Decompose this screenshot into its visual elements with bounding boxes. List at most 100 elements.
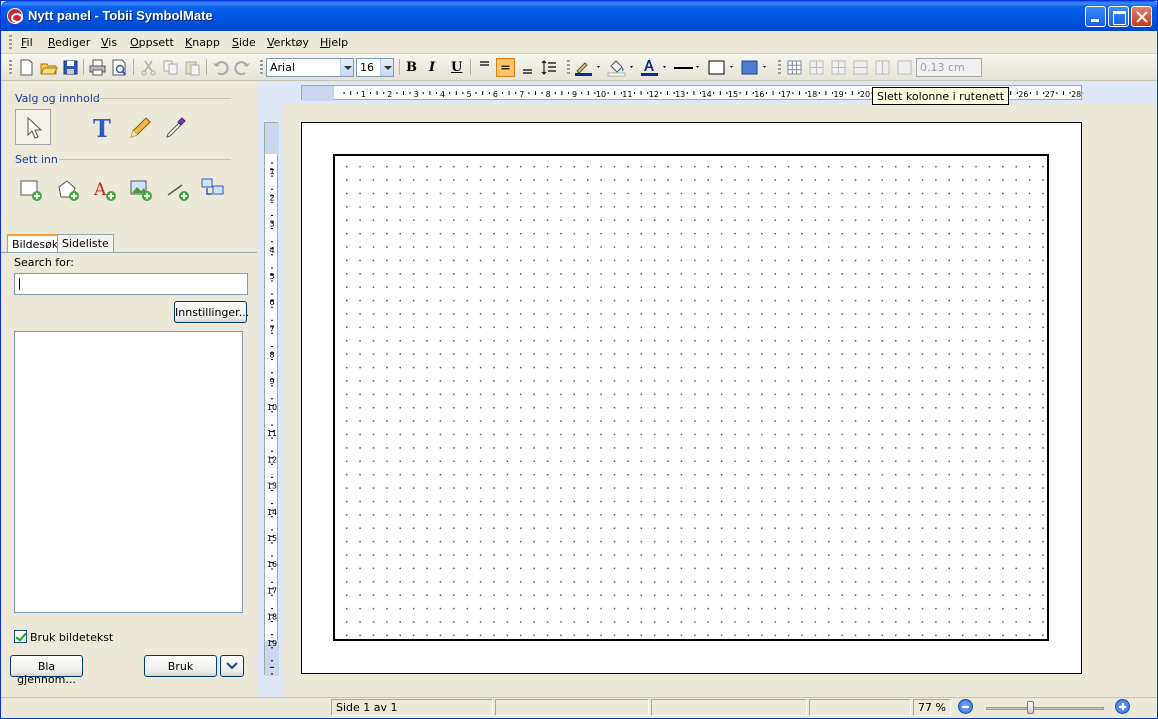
undo-icon[interactable]	[211, 58, 230, 77]
use-caption-checkbox[interactable]	[14, 630, 27, 643]
settings-button[interactable]: Innstillinger...	[174, 301, 249, 323]
chevron-down-icon[interactable]	[380, 59, 393, 76]
tab-sideliste[interactable]: Sideliste	[57, 234, 114, 252]
print-preview-icon[interactable]	[110, 58, 129, 77]
insert-action-icon[interactable]	[199, 175, 227, 203]
ruler-tick	[535, 91, 536, 95]
toolbar-grip[interactable]	[778, 60, 781, 74]
new-document-icon[interactable]	[17, 58, 36, 77]
menu-verktoy[interactable]: Verktøy	[267, 36, 309, 49]
line-spacing-icon[interactable]	[540, 58, 559, 77]
use-options-button[interactable]	[220, 655, 244, 677]
line-width-value: 0.13 cm	[920, 61, 965, 74]
menu-vis[interactable]: Vis	[101, 36, 117, 49]
merge-cells-icon[interactable]	[895, 58, 914, 77]
save-icon[interactable]	[61, 58, 80, 77]
font-color-icon[interactable]	[639, 58, 669, 77]
line-style-icon[interactable]	[672, 58, 702, 77]
border-color-icon[interactable]	[573, 58, 603, 77]
insert-cell-icon[interactable]	[18, 177, 46, 205]
menu-side[interactable]: Side	[232, 36, 256, 49]
redo-icon[interactable]	[233, 58, 252, 77]
align-bottom-icon[interactable]	[518, 58, 537, 77]
insert-line-icon[interactable]	[165, 177, 193, 205]
maximize-button[interactable]	[1108, 6, 1129, 27]
ruler-label: 5	[269, 272, 274, 281]
ruler-tick	[614, 91, 616, 95]
panel-grid[interactable]	[333, 154, 1049, 641]
minimize-button[interactable]	[1085, 6, 1106, 27]
paste-icon[interactable]	[183, 58, 202, 77]
toolbar-grip[interactable]	[9, 60, 12, 74]
align-top-icon[interactable]	[475, 58, 494, 77]
zoom-in-icon[interactable]	[1115, 699, 1130, 714]
menubar-grip[interactable]	[9, 35, 12, 49]
italic-button[interactable]: I	[429, 60, 435, 75]
ruler-tick	[383, 92, 385, 94]
menu-knapp[interactable]: Knapp	[185, 36, 220, 49]
insert-shape-icon[interactable]	[55, 177, 83, 205]
vertical-ruler[interactable]: 1 2 3 4 5 6 7 8 9 10 11 12 13 14 15 16 17 18 19	[264, 122, 279, 676]
ruler-label: 18	[267, 613, 277, 622]
eyedropper-icon[interactable]	[161, 114, 189, 142]
zoom-slider[interactable]	[986, 707, 1104, 710]
fill-color-icon[interactable]	[606, 58, 636, 77]
browse-button[interactable]: Bla gjennom...	[10, 655, 83, 686]
ruler-tick	[739, 92, 741, 94]
tab-bildesok[interactable]: Bildesøk	[7, 234, 64, 252]
delete-row-icon[interactable]	[851, 58, 870, 77]
text-tool-icon[interactable]: T	[89, 114, 117, 142]
pencil-icon[interactable]	[126, 114, 154, 142]
chevron-down-icon	[226, 662, 238, 670]
use-button[interactable]: Bruk	[144, 655, 217, 677]
status-cell	[651, 699, 807, 716]
align-middle-icon[interactable]	[496, 58, 515, 77]
divider	[95, 98, 231, 99]
toolbar-grip[interactable]	[567, 60, 570, 74]
ruler-tick	[766, 92, 767, 94]
open-folder-icon[interactable]	[39, 58, 58, 77]
bold-button[interactable]: B	[406, 60, 417, 75]
ruler-tick	[851, 91, 853, 95]
chevron-down-icon[interactable]	[340, 59, 353, 76]
delete-column-icon[interactable]	[873, 58, 892, 77]
search-results-list[interactable]	[14, 331, 243, 613]
copy-icon[interactable]	[161, 58, 180, 77]
font-size-select[interactable]: 16	[356, 58, 394, 77]
line-width-spinner[interactable]: 0.13 cm	[916, 58, 982, 77]
ruler-tick	[607, 92, 609, 94]
zoom-out-icon[interactable]	[958, 699, 973, 714]
menu-oppsett[interactable]: Oppsett	[130, 36, 174, 49]
search-input[interactable]	[14, 273, 248, 295]
menu-rediger[interactable]: Rediger	[48, 36, 90, 49]
close-button[interactable]	[1131, 6, 1152, 27]
ruler-tick	[640, 91, 642, 95]
ruler-tick	[271, 162, 273, 164]
insert-picture-icon[interactable]	[128, 177, 156, 205]
ruler-label: 6	[269, 298, 274, 307]
ruler-tick	[568, 92, 569, 94]
menu-hjelp[interactable]: Hjelp	[320, 36, 348, 49]
ruler-tick	[488, 92, 490, 94]
insert-text-icon[interactable]: A	[92, 177, 120, 205]
ruler-tick	[634, 92, 635, 94]
toolbar-grip[interactable]	[260, 60, 263, 74]
insert-column-icon[interactable]	[829, 58, 848, 77]
menu-fil[interactable]: Fil	[21, 36, 33, 49]
border-style-icon[interactable]	[706, 58, 736, 77]
ruler-label: 17	[267, 586, 277, 595]
zoom-slider-thumb[interactable]	[1027, 701, 1034, 714]
insert-row-icon[interactable]	[807, 58, 826, 77]
pointer-arrow-icon[interactable]	[19, 114, 47, 142]
svg-text:T: T	[93, 114, 111, 142]
ruler-tick	[356, 92, 358, 94]
shape-fill-icon[interactable]	[739, 58, 769, 77]
cut-icon[interactable]	[139, 58, 158, 77]
underline-button[interactable]: U	[451, 60, 462, 75]
grid-icon[interactable]	[785, 58, 804, 77]
ruler-label: 10	[267, 403, 277, 412]
font-family-select[interactable]: Arial	[266, 58, 354, 77]
ruler-tick	[271, 398, 273, 400]
print-icon[interactable]	[88, 58, 107, 77]
group-label-content: Valg og innhold	[15, 92, 100, 105]
